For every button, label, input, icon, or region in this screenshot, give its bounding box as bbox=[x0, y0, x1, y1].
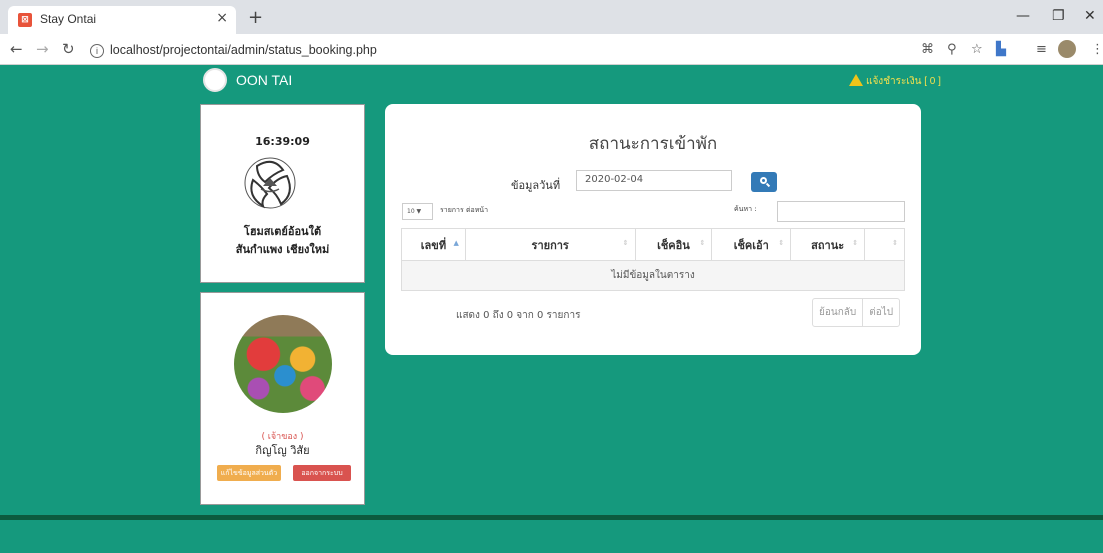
browser-tab[interactable]: ⊠ Stay Ontai × bbox=[8, 6, 236, 34]
browser-tab-bar: ⊠ Stay Ontai × + — ❐ ✕ bbox=[0, 0, 1103, 34]
tab-title: Stay Ontai bbox=[40, 12, 97, 26]
profile-avatar-icon[interactable] bbox=[1058, 40, 1076, 58]
avatar bbox=[234, 315, 332, 413]
warning-icon bbox=[849, 74, 863, 86]
pagination: ย้อนกลับ ต่อไป bbox=[812, 298, 901, 327]
previous-page-button[interactable]: ย้อนกลับ bbox=[813, 299, 862, 326]
brand-name[interactable]: OON TAI bbox=[236, 72, 292, 88]
next-page-button[interactable]: ต่อไป bbox=[862, 299, 899, 326]
sort-asc-icon: ▲ bbox=[453, 239, 459, 247]
logout-button[interactable]: ออกจากระบบ bbox=[293, 465, 351, 481]
footer-divider bbox=[0, 515, 1103, 520]
reload-icon[interactable]: ↻ bbox=[62, 40, 75, 58]
page-title: สถานะการเข้าพัก bbox=[588, 134, 718, 154]
sort-icon: ⇕ bbox=[852, 239, 859, 247]
new-tab-button[interactable]: + bbox=[248, 7, 263, 28]
column-header-label: เลขที่ bbox=[420, 238, 447, 252]
zoom-icon[interactable]: ⚲ bbox=[947, 42, 957, 57]
sort-icon: ⇕ bbox=[699, 239, 706, 247]
maximize-icon[interactable]: ❐ bbox=[1052, 8, 1065, 24]
booking-status-card: สถานะการเข้าพัก ข้อมูลวันที่ 2020-02-04 … bbox=[385, 104, 921, 355]
user-name: กิญโญ วิสัย bbox=[255, 444, 310, 457]
bookmark-star-icon[interactable]: ☆ bbox=[971, 42, 983, 57]
column-header-checkin[interactable]: เช็คอิน ⇕ bbox=[634, 228, 713, 261]
booking-table: เลขที่ ▲ รายการ ⇕ เช็คอิน ⇕ เช็คเอ้า ⇕ สถานะ… bbox=[401, 228, 905, 291]
clock: 16:39:09 bbox=[255, 135, 310, 148]
column-header-actions[interactable]: ⇕ bbox=[864, 228, 905, 261]
column-header-label: สถานะ bbox=[811, 238, 845, 252]
column-header-label: เช็คอิน bbox=[657, 238, 690, 252]
page-length-select[interactable]: 10 ▼ bbox=[402, 203, 433, 220]
info-icon[interactable]: i bbox=[90, 43, 104, 58]
reading-list-icon[interactable]: ≡ bbox=[1036, 42, 1047, 57]
window-close-icon[interactable]: ✕ bbox=[1084, 8, 1096, 24]
tab-close-icon[interactable]: × bbox=[216, 10, 228, 26]
column-header-number[interactable]: เลขที่ ▲ bbox=[401, 228, 466, 261]
url-text: localhost/projectontai/admin/status_book… bbox=[110, 43, 377, 57]
profile-panel: ( เจ้าของ ) กิญโญ วิสัย แก้ไขข้อมูลส่วนต… bbox=[200, 292, 365, 505]
column-header-checkout[interactable]: เช็คเอ้า ⇕ bbox=[711, 228, 792, 261]
edit-profile-button[interactable]: แก้ไขข้อมูลส่วนตัว bbox=[217, 465, 281, 481]
forward-icon[interactable]: → bbox=[36, 40, 49, 58]
site-logo-icon[interactable] bbox=[203, 68, 227, 92]
table-search-label: ค้นหา : bbox=[734, 205, 757, 213]
sort-icon: ⇕ bbox=[892, 239, 898, 247]
date-input[interactable]: 2020-02-04 bbox=[576, 170, 732, 191]
address-bar: ← → ↻ i localhost/projectontai/admin/stat… bbox=[0, 34, 1103, 65]
table-info: แสดง 0 ถึง 0 จาก 0 รายการ bbox=[456, 310, 581, 321]
url-field[interactable]: i localhost/projectontai/admin/status_boo… bbox=[90, 39, 910, 61]
homestay-location: สันกำแพง เชียงใหม่ bbox=[235, 243, 330, 256]
page-length-label: รายการ ต่อหน้า bbox=[440, 206, 489, 214]
payment-notification[interactable]: แจ้งชำระเงิน [ 0 ] bbox=[849, 74, 941, 89]
date-search-button[interactable] bbox=[751, 172, 777, 192]
homestay-info-panel: 16:39:09 โฮมสเตย์อ้อนใต้ สันกำแพง เชียงใ… bbox=[200, 104, 365, 283]
column-header-item[interactable]: รายการ ⇕ bbox=[464, 228, 636, 261]
translate-icon[interactable]: ⌘ bbox=[921, 42, 934, 57]
xampp-favicon-icon: ⊠ bbox=[18, 13, 32, 27]
table-search-input[interactable] bbox=[777, 201, 905, 222]
menu-kebab-icon[interactable]: ⋮ bbox=[1091, 42, 1103, 57]
table-row: ไม่มีข้อมูลในตาราง bbox=[401, 260, 905, 291]
empty-table-message: ไม่มีข้อมูลในตาราง bbox=[401, 260, 905, 291]
homestay-fish-logo-icon bbox=[244, 157, 296, 209]
payment-notification-label: แจ้งชำระเงิน [ 0 ] bbox=[866, 76, 941, 87]
column-header-label: รายการ bbox=[531, 238, 569, 252]
homestay-name: โฮมสเตย์อ้อนใต้ bbox=[243, 225, 322, 238]
minimize-icon[interactable]: — bbox=[1016, 8, 1030, 24]
column-header-status[interactable]: สถานะ ⇕ bbox=[790, 228, 866, 261]
sort-icon: ⇕ bbox=[778, 239, 785, 247]
extension-icon[interactable]: ▙ bbox=[996, 42, 1006, 57]
back-icon[interactable]: ← bbox=[10, 40, 23, 58]
column-header-label: เช็คเอ้า bbox=[733, 238, 769, 252]
sort-icon: ⇕ bbox=[622, 239, 629, 247]
page-length-value: 10 bbox=[407, 208, 415, 215]
date-label: ข้อมูลวันที่ bbox=[511, 179, 561, 192]
